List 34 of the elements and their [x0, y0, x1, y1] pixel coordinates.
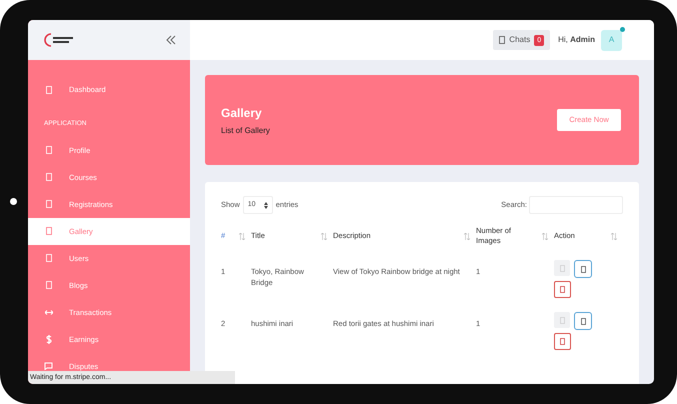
chat-bubble-icon	[44, 362, 53, 370]
greeting-text: Hi, Admin	[558, 34, 595, 46]
sort-icon[interactable]	[239, 232, 245, 240]
placeholder-icon	[46, 254, 52, 262]
view-button[interactable]	[554, 312, 570, 328]
placeholder-icon	[46, 227, 52, 236]
delete-button[interactable]	[554, 333, 571, 350]
placeholder-icon	[46, 173, 52, 182]
sort-icon[interactable]	[542, 232, 548, 240]
dollar-icon	[46, 334, 52, 344]
chat-icon	[499, 36, 506, 44]
page-title: Gallery	[221, 104, 263, 122]
sort-icon[interactable]	[611, 232, 617, 240]
placeholder-icon	[46, 200, 52, 208]
placeholder-icon	[580, 318, 586, 324]
view-button[interactable]	[554, 260, 570, 276]
placeholder-icon	[560, 286, 565, 293]
sort-icon[interactable]	[464, 232, 470, 240]
placeholder-icon	[46, 86, 52, 94]
placeholder-icon	[560, 316, 564, 324]
collapse-icon[interactable]	[166, 35, 176, 45]
sort-caret-icon	[264, 202, 268, 208]
avatar[interactable]: A	[601, 30, 622, 50]
placeholder-icon	[46, 146, 52, 154]
sort-icon[interactable]	[321, 232, 327, 240]
arrows-icon	[44, 310, 52, 315]
placeholder-icon	[46, 281, 52, 290]
page-subtitle: List of Gallery	[221, 124, 270, 136]
edit-button[interactable]	[574, 312, 592, 330]
edit-button[interactable]	[574, 260, 592, 278]
delete-button[interactable]	[554, 281, 571, 298]
placeholder-icon	[560, 338, 565, 345]
placeholder-icon	[560, 264, 564, 272]
placeholder-icon	[580, 266, 586, 272]
